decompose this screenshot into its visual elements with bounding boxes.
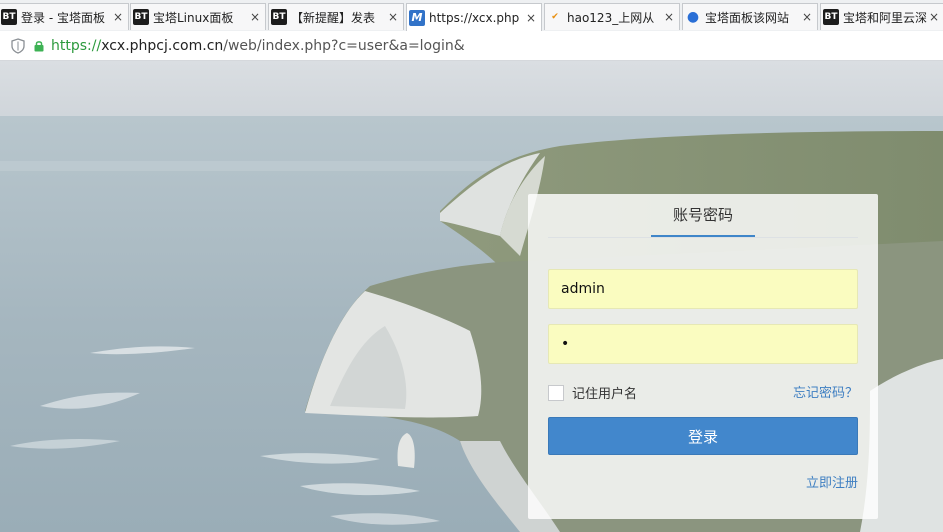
tab-4-active[interactable]: M https://xcx.php × — [406, 3, 542, 31]
login-card: 账号密码 • 记住用户名 忘记密码？ 登录 立即注册 — [528, 194, 878, 519]
close-icon[interactable]: × — [928, 10, 940, 24]
login-button[interactable]: 登录 — [548, 417, 858, 455]
close-icon[interactable]: × — [525, 11, 537, 25]
divider — [548, 237, 858, 238]
tab-title: 登录 - 宝塔面板 — [21, 10, 105, 25]
tab-2[interactable]: BT 宝塔Linux面板 × — [130, 3, 266, 30]
bt-favicon-icon: BT — [823, 9, 839, 25]
close-icon[interactable]: × — [801, 10, 813, 24]
m-favicon-icon: M — [409, 9, 425, 26]
tab-6[interactable]: ● 宝塔面板该网站 × — [682, 3, 818, 30]
close-icon[interactable]: × — [387, 10, 399, 24]
tab-1[interactable]: BT 登录 - 宝塔面板 × — [0, 3, 129, 30]
tab-strip: BT 登录 - 宝塔面板 × BT 宝塔Linux面板 × BT 【新提醒】发表… — [0, 0, 943, 32]
tab-title: 宝塔Linux面板 — [153, 10, 234, 25]
page-viewport: 账号密码 • 记住用户名 忘记密码？ 登录 立即注册 — [0, 61, 943, 532]
shield-icon[interactable] — [11, 37, 25, 54]
tab-3[interactable]: BT 【新提醒】发表 × — [268, 3, 404, 30]
hao123-favicon-icon: ✔ — [551, 12, 559, 22]
register-link[interactable]: 立即注册 — [806, 472, 858, 491]
url-scheme: https:// — [51, 37, 102, 54]
close-icon[interactable]: × — [663, 10, 675, 24]
tab-title: 宝塔和阿里云深 — [843, 10, 928, 25]
password-mask: • — [561, 336, 570, 352]
username-input[interactable] — [548, 269, 858, 309]
tab-7[interactable]: BT 宝塔和阿里云深 × — [820, 3, 943, 30]
tab-title: 宝塔面板该网站 — [705, 10, 790, 25]
tab-title: hao123_上网从 — [567, 10, 655, 25]
lock-icon — [34, 40, 44, 51]
url-host: xcx.phpcj.com.cn — [101, 37, 224, 54]
forgot-password-link[interactable]: 忘记密码？ — [793, 382, 858, 401]
login-tab-title[interactable]: 账号密码 — [528, 204, 878, 225]
remember-username[interactable]: 记住用户名 — [548, 383, 637, 402]
tab-title: 【新提醒】发表 — [291, 10, 376, 25]
password-input[interactable]: • — [548, 324, 858, 364]
close-icon[interactable]: × — [249, 10, 261, 24]
url-text[interactable]: https://xcx.phpcj.com.cn/web/index.php?c… — [51, 38, 465, 54]
bt-favicon-icon: BT — [133, 9, 149, 25]
remember-label: 记住用户名 — [572, 387, 638, 402]
url-path: /web/index.php?c=user&a=login& — [223, 37, 465, 54]
address-bar[interactable]: https://xcx.phpcj.com.cn/web/index.php?c… — [0, 31, 943, 61]
bt-favicon-icon: BT — [271, 9, 287, 25]
remember-checkbox[interactable] — [548, 384, 564, 401]
close-icon[interactable]: × — [112, 10, 124, 24]
tab-5[interactable]: ✔ hao123_上网从 × — [544, 3, 680, 30]
baidu-paw-icon: ● — [686, 9, 700, 25]
tab-title: https://xcx.php — [429, 10, 520, 25]
bt-favicon-icon: BT — [1, 9, 17, 25]
